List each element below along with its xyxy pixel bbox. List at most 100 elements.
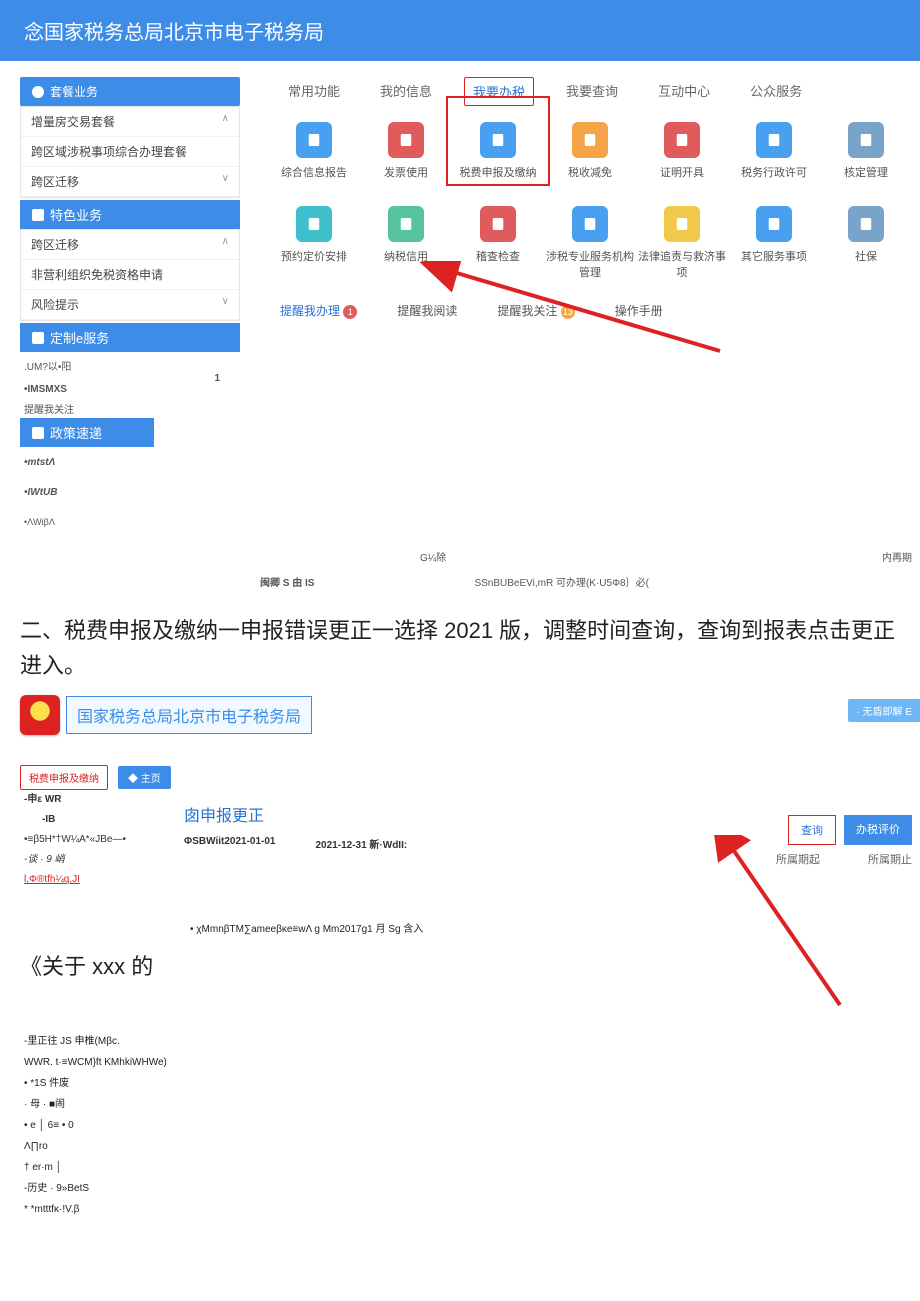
form-title: 囱申报更正 [184, 802, 407, 826]
breadcrumb-tax-filing[interactable]: 税费申报及缴纳 [20, 765, 108, 790]
footnote-line: • *1S 件废 [24, 1073, 900, 1094]
footnotes-block: -里正往 JS 申椎(Mβc. WWR. t·≡WCM}ft KMhkiWHWe… [20, 1031, 900, 1220]
app-title-2: 国家税务总局北京市电子税务局 [66, 696, 312, 734]
service-tile[interactable]: 社保 [820, 206, 912, 280]
period-end-field[interactable]: 2021-12-31 新·WdII: [316, 836, 408, 851]
app-header: 念国家税务总局北京市电子税务局 [0, 0, 920, 61]
sidebar-list: 跨区迁移∧ 非营利组织免税资格申请 风险提示∨ [20, 229, 240, 321]
sidebar-item[interactable]: 跨区迁移∧ [21, 230, 239, 260]
grid-icon [32, 209, 44, 221]
agency-mgmt-icon [572, 206, 608, 242]
footnote-line: • χMmnβTM∑ameeβκe≡wΛ g Mm2017g1 月 Sg 含入 [190, 920, 900, 935]
footnote-line: -里正往 JS 申椎(Mβc. [24, 1031, 900, 1052]
tile-label: 综合信息报告 [281, 164, 347, 180]
tile-label: 税收减免 [568, 164, 612, 180]
service-tile[interactable]: 预约定价安排 [268, 206, 360, 280]
tile-label: 核定管理 [844, 164, 888, 180]
alert-follow[interactable]: 提醒我关注 13 [497, 302, 574, 319]
service-tile[interactable]: 发票使用 [360, 122, 452, 180]
service-tile[interactable]: 证明开具 [636, 122, 728, 180]
service-tile[interactable]: 法律追责与救济事项 [636, 206, 728, 280]
chevron-down-icon: ∨ [222, 173, 229, 184]
sidebar-group-policy[interactable]: 政策速递 [20, 418, 154, 447]
footnote-line: Λ∏ro [24, 1136, 900, 1157]
footnote-line: * *mtttfκ·!V.β [24, 1199, 900, 1220]
service-tile[interactable]: 其它服务事项 [728, 206, 820, 280]
sidebar-text: •mtstΛ [24, 453, 240, 473]
sidebar-extra: •mtstΛ •IWtUB •ΛWiβΛ [20, 453, 240, 531]
list-item: -IB [42, 810, 164, 830]
breadcrumb-home[interactable]: ◆ 主页 [118, 766, 171, 789]
service-tile[interactable]: 涉税专业服务机构管理 [544, 206, 636, 280]
tile-label: 社保 [855, 248, 877, 264]
tab-public[interactable]: 公众服务 [742, 77, 810, 106]
service-tile[interactable]: 纳税信用 [360, 206, 452, 280]
footnote-line: · 母 · ■闹 [24, 1094, 900, 1115]
sidebar-text: •IWtUB [24, 483, 240, 503]
alerts-row: 提醒我办理 1 提醒我阅读 提醒我关注 13 操作手册 [280, 302, 920, 319]
main-panel: 常用功能 我的信息 我要办税 我要查询 互动中心 公众服务 综合信息报告发票使用… [260, 77, 920, 319]
person-icon [32, 332, 44, 344]
admin-permit-icon [756, 122, 792, 158]
sidebar-list: 增量房交易套餐∧ 跨区域涉税事项综合办理套餐 跨区迁移∨ [20, 106, 240, 198]
query-button[interactable]: 查询 [788, 815, 836, 845]
tab-query[interactable]: 我要查询 [558, 77, 626, 106]
sidebar-item[interactable]: 跨区迁移∨ [21, 167, 239, 197]
invoice-icon [388, 122, 424, 158]
emblem-header: 国家税务总局北京市电子税务局 [20, 695, 900, 735]
alert-handle[interactable]: 提醒我办理 1 [280, 302, 357, 319]
alert-read[interactable]: 提醒我阅读 [397, 302, 457, 319]
footer-text: SSnBUBeEVi,mR 可办理(K·U5Φ8｝必( [474, 574, 649, 589]
breadcrumb: 税费申报及缴纳 ◆ 主页 [20, 765, 900, 790]
service-tile[interactable]: 综合信息报告 [268, 122, 360, 180]
nav-tabs: 常用功能 我的信息 我要办税 我要查询 互动中心 公众服务 [260, 77, 920, 116]
icon-grid: 综合信息报告发票使用税费申报及缴纳 税收减免 证明开具税务行政许可核定管理预约定价安… [260, 116, 920, 286]
instruction-paragraph: 二、税费申报及缴纳一申报错误更正一选择 2021 版，调整时间查询，查询到报表点… [20, 613, 900, 683]
top-right-chip[interactable]: · 无盾即解 E [848, 699, 920, 722]
screenshot-1: 套餐业务 增量房交易套餐∧ 跨区域涉税事项综合办理套餐 跨区迁移∨ 特色业务 跨… [0, 61, 920, 589]
period-start-field[interactable]: ΦSBWiit2021-01-01 [184, 836, 276, 851]
list-item: -谈 · 9 峭 [24, 850, 164, 870]
badge-count: 13 [561, 305, 575, 319]
tab-myinfo[interactable]: 我的信息 [372, 77, 440, 106]
sidebar-item[interactable]: 风险提示∨ [21, 290, 239, 320]
sidebar-group-bundle[interactable]: 套餐业务 [20, 77, 240, 106]
alert-manual[interactable]: 操作手册 [615, 302, 663, 319]
service-tile[interactable]: 核定管理 [820, 122, 912, 180]
approval-mgmt-icon [848, 122, 884, 158]
sidebar-pagenum: 1 [24, 373, 240, 384]
footnote-line: -历史 · 9»BetS [24, 1178, 900, 1199]
other-service-icon [756, 206, 792, 242]
col-period-start: 所属期起 [776, 851, 820, 867]
sidebar-item[interactable]: 增量房交易套餐∧ [21, 107, 239, 137]
tax-eval-button[interactable]: 办税评价 [844, 815, 912, 845]
list-item-link[interactable]: l,Φ®tfh¼q,JI [24, 874, 80, 885]
sidebar-group-special[interactable]: 特色业务 [20, 200, 240, 229]
tile-label: 法律追责与救济事项 [636, 248, 728, 280]
sidebar-group-label: 套餐业务 [50, 83, 98, 100]
footer-text: 内再期 [882, 549, 912, 564]
service-tile[interactable]: 税务行政许可 [728, 122, 820, 180]
screenshot-2: 国家税务总局北京市电子税务局 · 无盾即解 E 税费申报及缴纳 ◆ 主页 -申ε… [0, 695, 920, 1220]
badge-count: 1 [343, 305, 357, 319]
sidebar-text: 提醒我关注 [24, 401, 240, 416]
service-tile[interactable]: 税费申报及缴纳 [452, 122, 544, 180]
tax-filing-icon [480, 122, 516, 158]
tab-interact[interactable]: 互动中心 [650, 77, 718, 106]
sidebar-group-custom[interactable]: 定制e服务 [20, 323, 240, 352]
sidebar-item[interactable]: 非营利组织免税资格申请 [21, 260, 239, 290]
national-emblem-icon [20, 695, 60, 735]
sidebar-text: •ΛWiβΛ [24, 513, 240, 531]
sidebar-group-label: 政策速递 [50, 423, 102, 442]
audit-icon [480, 206, 516, 242]
sidebar: 套餐业务 增量房交易套餐∧ 跨区域涉税事项综合办理套餐 跨区迁移∨ 特色业务 跨… [20, 77, 240, 531]
tile-label: 税费申报及缴纳 [460, 164, 537, 180]
action-buttons: 查询 办税评价 [788, 815, 912, 845]
quote-title: 《关于 xxx 的 [20, 949, 900, 981]
chevron-up-icon: ∧ [222, 113, 229, 124]
service-tile[interactable]: 稽查检查 [452, 206, 544, 280]
tab-common[interactable]: 常用功能 [280, 77, 348, 106]
tile-label: 涉税专业服务机构管理 [544, 248, 636, 280]
service-tile[interactable]: 税收减免 [544, 122, 636, 180]
sidebar-item[interactable]: 跨区域涉税事项综合办理套餐 [21, 137, 239, 167]
